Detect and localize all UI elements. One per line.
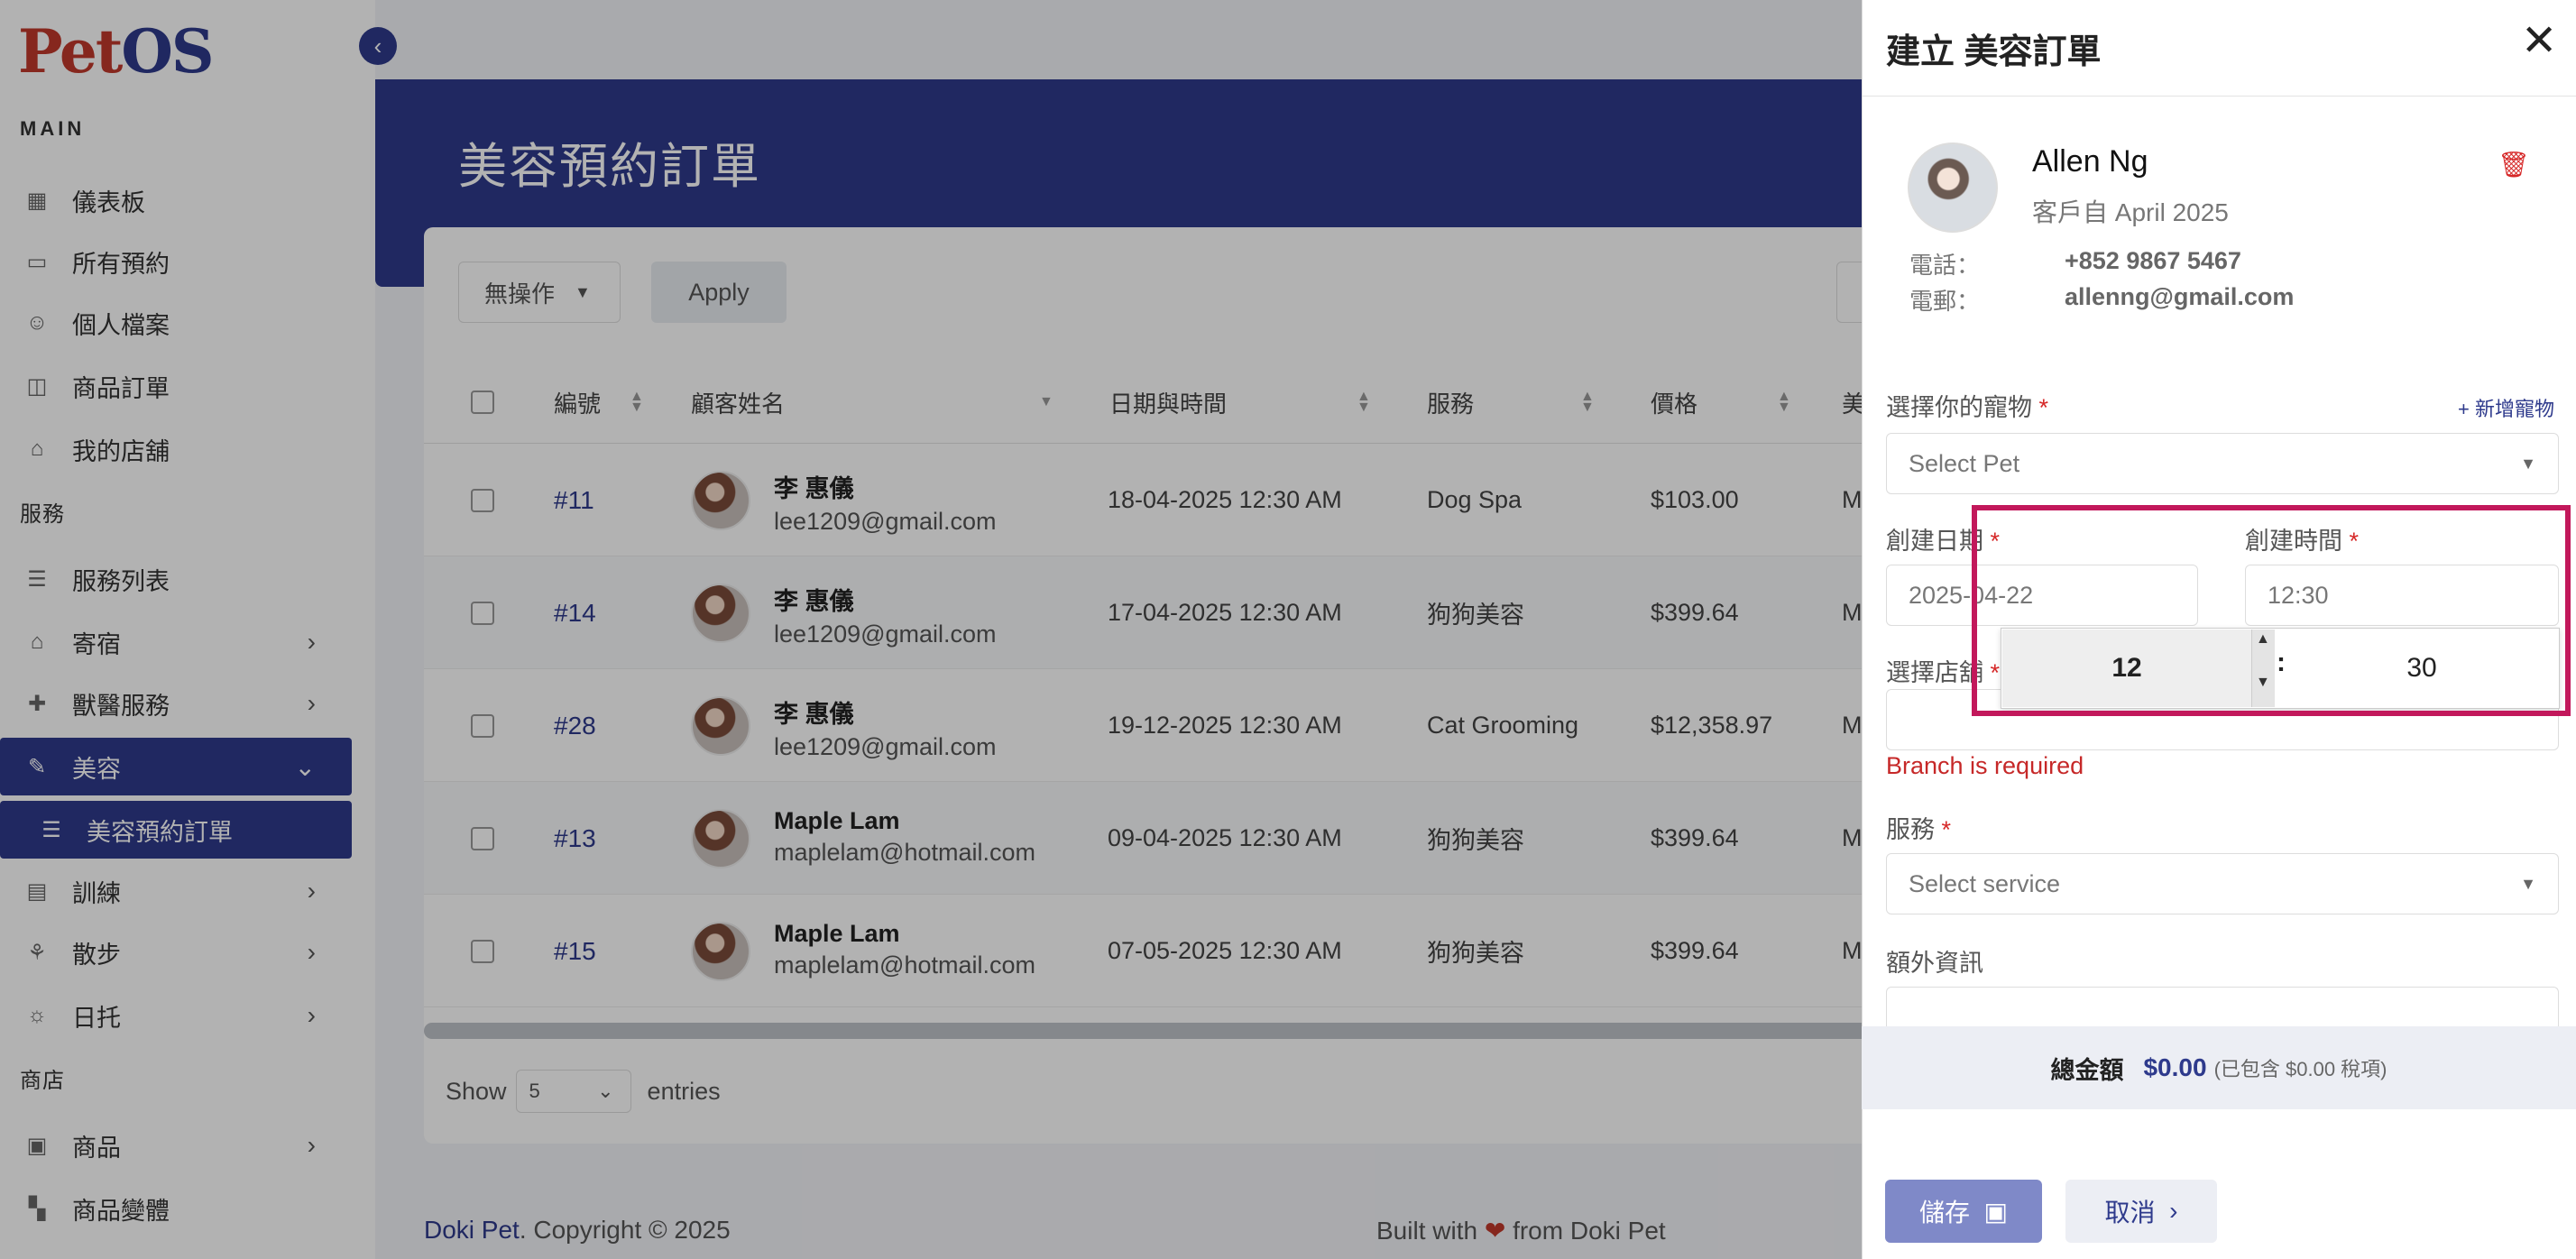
add-pet-link[interactable]: + 新增寵物 bbox=[2458, 393, 2554, 422]
pet-label: 選擇你的寵物 * bbox=[1886, 394, 2049, 421]
highlight-box bbox=[1972, 505, 2571, 716]
modal-backdrop[interactable] bbox=[0, 0, 1862, 1259]
close-icon[interactable]: ✕ bbox=[2521, 20, 2557, 63]
caret-down-icon: ▼ bbox=[2520, 454, 2536, 473]
save-icon: ▣ bbox=[1983, 1197, 2009, 1226]
customer-since: 客戶自 April 2025 bbox=[2032, 198, 2229, 226]
phone-label: 電話： bbox=[1909, 252, 1981, 279]
service-label: 服務 * bbox=[1886, 816, 1952, 843]
cancel-button[interactable]: 取消 › bbox=[2065, 1180, 2217, 1243]
email-value: allenng@gmail.com bbox=[2065, 283, 2295, 310]
customer-avatar bbox=[1908, 142, 1998, 233]
branch-error: Branch is required bbox=[1886, 752, 2084, 779]
total-tax: (已包含 $0.00 稅項) bbox=[2213, 1058, 2387, 1080]
total-label: 總金額 bbox=[2050, 1056, 2124, 1084]
extra-info-label: 額外資訊 bbox=[1886, 950, 1983, 977]
email-label: 電郵： bbox=[1909, 288, 1981, 315]
customer-name: Allen Ng bbox=[2032, 144, 2148, 179]
service-select[interactable]: Select service ▼ bbox=[1886, 853, 2559, 914]
drawer-title: 建立 美容訂單 bbox=[1886, 33, 2102, 71]
total-value: $0.00 bbox=[2143, 1053, 2207, 1081]
caret-down-icon: ▼ bbox=[2520, 874, 2536, 893]
trash-icon[interactable]: 🗑 bbox=[2498, 150, 2530, 179]
pet-select[interactable]: Select Pet ▼ bbox=[1886, 433, 2559, 494]
extra-info-textarea[interactable] bbox=[1886, 987, 2559, 1026]
save-button[interactable]: 儲存 ▣ bbox=[1885, 1180, 2042, 1243]
phone-value: +852 9867 5467 bbox=[2065, 247, 2241, 274]
chevron-right-icon: › bbox=[2169, 1197, 2178, 1225]
total-bar: 總金額 $0.00 (已包含 $0.00 稅項) bbox=[1862, 1026, 2576, 1109]
